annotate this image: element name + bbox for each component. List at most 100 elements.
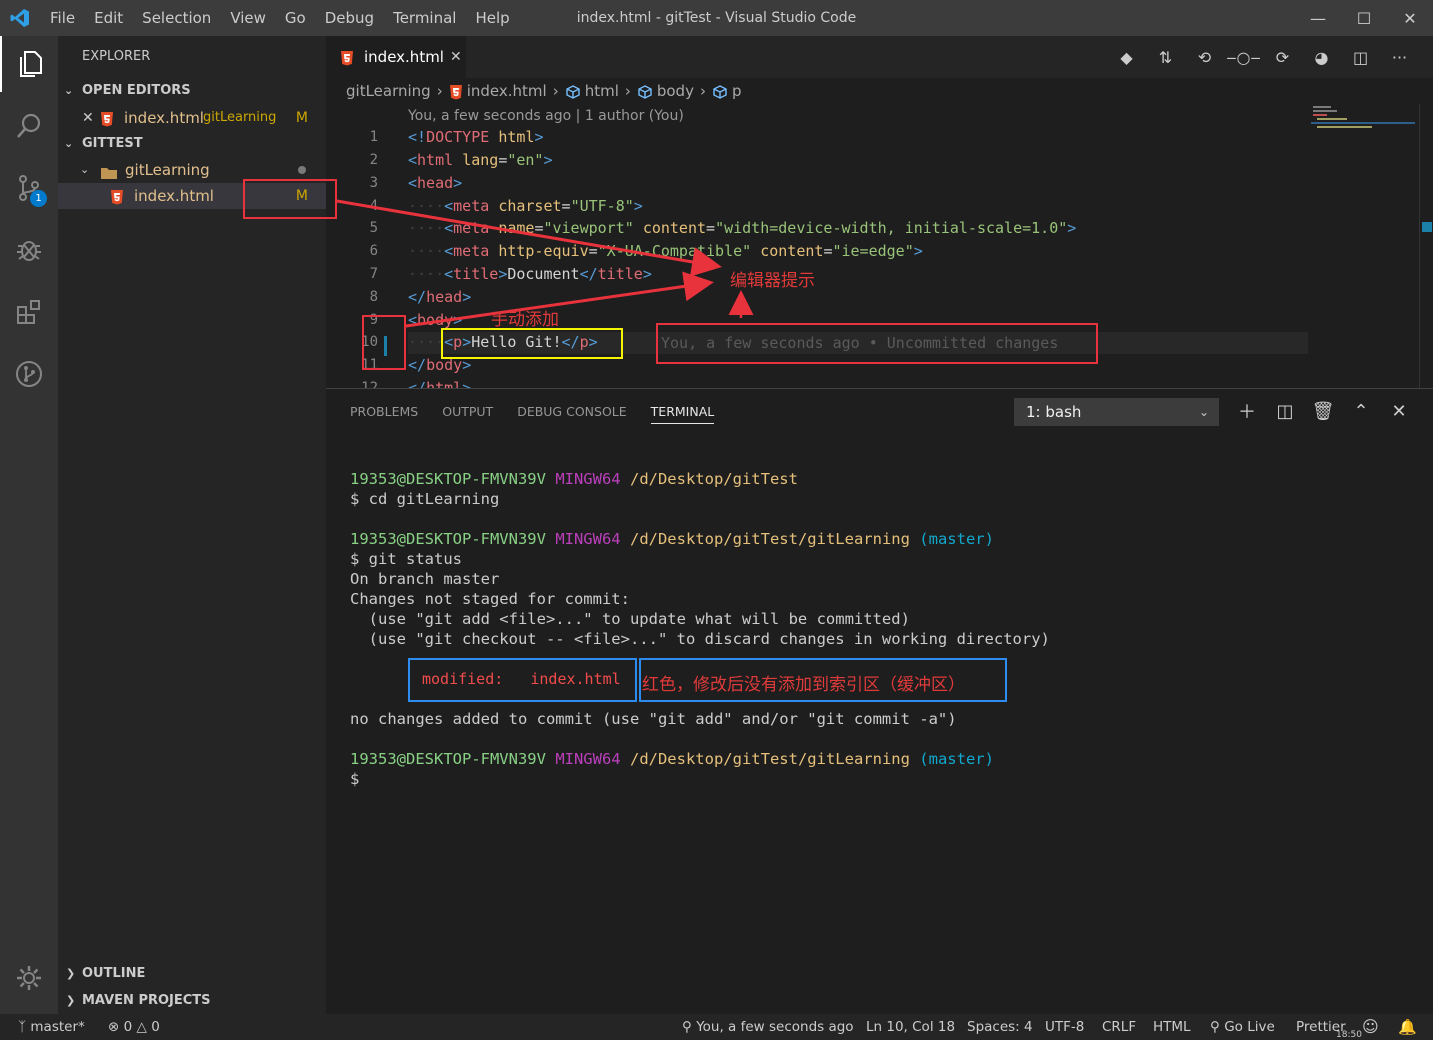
line-number: 4 [369, 198, 378, 214]
breadcrumb-p[interactable]: p [732, 78, 742, 104]
tab-problems[interactable]: PROBLEMS [350, 404, 418, 419]
explorer-icon[interactable] [0, 36, 58, 92]
html5-icon [110, 183, 124, 209]
close-icon[interactable]: ✕ [82, 105, 94, 131]
chevron-right-icon: › [624, 82, 631, 100]
title-bar: File Edit Selection View Go Debug Termin… [0, 0, 1433, 36]
tab-output[interactable]: OUTPUT [442, 404, 493, 419]
terminal-select[interactable]: 1: bash ⌄ [1014, 398, 1219, 426]
more-actions-icon[interactable]: ··· [1380, 48, 1419, 67]
symbol-icon [637, 78, 653, 104]
git-branch-icon: ᛉ [18, 1019, 27, 1035]
compare-changes-icon[interactable]: ⇅ [1146, 48, 1185, 67]
menu-debug[interactable]: Debug [315, 0, 383, 36]
code-line-12: </html> [408, 379, 472, 388]
trash-icon[interactable]: 🗑 [1304, 401, 1342, 422]
go-live-button[interactable]: ⚲ Go Live [1210, 1014, 1275, 1040]
search-icon[interactable] [0, 98, 58, 154]
file-name: index.html [134, 187, 214, 205]
split-editor-icon[interactable]: ◫ [1341, 48, 1380, 67]
editor-scrollbar[interactable] [1419, 104, 1433, 388]
menu-file[interactable]: File [40, 0, 84, 36]
close-icon[interactable]: ✕ [1387, 0, 1433, 36]
breadcrumb-html[interactable]: html [585, 78, 619, 104]
bell-icon[interactable]: 🔔 [1398, 1014, 1417, 1040]
workspace-header[interactable]: ⌄ GITTEST [58, 131, 326, 157]
language-mode[interactable]: HTML [1153, 1014, 1191, 1040]
terminal-line: $ git status [350, 550, 462, 568]
warning-icon: △ [136, 1019, 147, 1035]
line-number: 1 [369, 129, 378, 145]
commit-node-icon[interactable]: ‒○‒ [1224, 48, 1263, 67]
modified-badge: M [295, 188, 308, 204]
git-commit-diamond-icon[interactable]: ◆ [1107, 48, 1146, 67]
minimap[interactable] [1311, 104, 1415, 388]
close-panel-icon[interactable]: ✕ [1380, 401, 1418, 422]
terminal-line: On branch master [350, 570, 500, 588]
code-line-7: ····<title>Document</title> [408, 265, 652, 283]
cursor-position[interactable]: Ln 10, Col 18 [866, 1014, 955, 1040]
feedback-smiley-icon[interactable]: ☺ [1362, 1014, 1379, 1040]
minimize-icon[interactable]: — [1295, 0, 1341, 36]
tab-index-html[interactable]: index.html ✕ [326, 36, 466, 78]
terminal-prompt[interactable]: $ [350, 770, 359, 788]
menu-bar: File Edit Selection View Go Debug Termin… [40, 0, 519, 36]
code-line-10: ····<p>Hello Git!</p> [408, 333, 598, 351]
tree-folder-gitlearning[interactable]: ⌄ gitLearning [58, 157, 326, 183]
previous-revision-icon[interactable]: ⟲ [1185, 48, 1224, 67]
codelens-blame[interactable]: You, a few seconds ago | 1 author (You) [408, 108, 684, 124]
open-editors-header[interactable]: ⌄ OPEN EDITORS [58, 78, 326, 104]
git-graph-icon[interactable] [0, 346, 58, 402]
close-icon[interactable]: ✕ [450, 49, 462, 65]
extensions-icon[interactable] [0, 284, 58, 340]
symbol-icon [712, 78, 728, 104]
menu-go[interactable]: Go [275, 0, 315, 36]
problems-status[interactable]: ⊗ 0 △ 0 [108, 1014, 160, 1040]
open-editor-item[interactable]: ✕ index.html gitLearning M [58, 105, 326, 131]
menu-edit[interactable]: Edit [84, 0, 132, 36]
split-terminal-icon[interactable]: ◫ [1266, 401, 1304, 422]
menu-terminal[interactable]: Terminal [383, 0, 465, 36]
encoding[interactable]: UTF-8 [1045, 1014, 1084, 1040]
maximize-icon[interactable]: ☐ [1341, 0, 1387, 36]
bottom-panel: PROBLEMS OUTPUT DEBUG CONSOLE TERMINAL 1… [326, 388, 1433, 1014]
branch-status[interactable]: ᛉ master* [18, 1014, 85, 1040]
outline-label: OUTLINE [82, 966, 146, 981]
code-line-9: <body> [408, 311, 463, 329]
git-lens-icon[interactable]: ◕ [1302, 48, 1341, 67]
blame-status[interactable]: ⚲ You, a few seconds ago [682, 1014, 854, 1040]
terminal-line: 19353@DESKTOP-FMVN39V MINGW64 /d/Desktop… [350, 750, 994, 768]
next-revision-icon[interactable]: ⟳ [1263, 48, 1302, 67]
menu-view[interactable]: View [220, 0, 275, 36]
error-icon: ⊗ [108, 1019, 120, 1035]
breadcrumb-file[interactable]: index.html [467, 78, 547, 104]
sidebar: EXPLORER ⌄ OPEN EDITORS ✕ index.html git… [58, 36, 326, 1014]
line-ending[interactable]: CRLF [1102, 1014, 1136, 1040]
tree-file-index-html[interactable]: index.html M [58, 183, 326, 209]
gear-icon[interactable] [0, 950, 58, 1006]
commit-icon: ⚲ [682, 1019, 692, 1035]
menu-selection[interactable]: Selection [132, 0, 220, 36]
terminal-select-value: 1: bash [1026, 403, 1082, 421]
menu-help[interactable]: Help [465, 0, 518, 36]
indentation[interactable]: Spaces: 4 [967, 1014, 1033, 1040]
broadcast-icon: ⚲ [1210, 1019, 1220, 1035]
html5-icon [340, 48, 354, 66]
code-line-5: ····<meta name="viewport" content="width… [408, 219, 1077, 237]
maven-section[interactable]: ❯ MAVEN PROJECTS [58, 987, 326, 1014]
outline-section[interactable]: ❯ OUTLINE [58, 960, 326, 987]
code-editor[interactable]: You, a few seconds ago | 1 author (You) … [326, 104, 1433, 388]
debug-icon[interactable] [0, 222, 58, 278]
new-terminal-icon[interactable]: ＋ [1228, 398, 1266, 424]
tab-debug-console[interactable]: DEBUG CONSOLE [517, 404, 626, 419]
workspace-label: GITTEST [82, 136, 143, 151]
tab-terminal[interactable]: TERMINAL [650, 404, 715, 424]
maximize-panel-icon[interactable]: ⌃ [1342, 401, 1380, 422]
source-control-icon[interactable]: 1 [0, 160, 58, 216]
breadcrumb-body[interactable]: body [657, 78, 694, 104]
chevron-down-icon: ⌄ [64, 84, 74, 97]
line-number: 6 [369, 243, 378, 259]
breadcrumb-folder[interactable]: gitLearning [346, 78, 431, 104]
open-editor-filename: index.html [124, 109, 204, 127]
symbol-icon [565, 78, 581, 104]
